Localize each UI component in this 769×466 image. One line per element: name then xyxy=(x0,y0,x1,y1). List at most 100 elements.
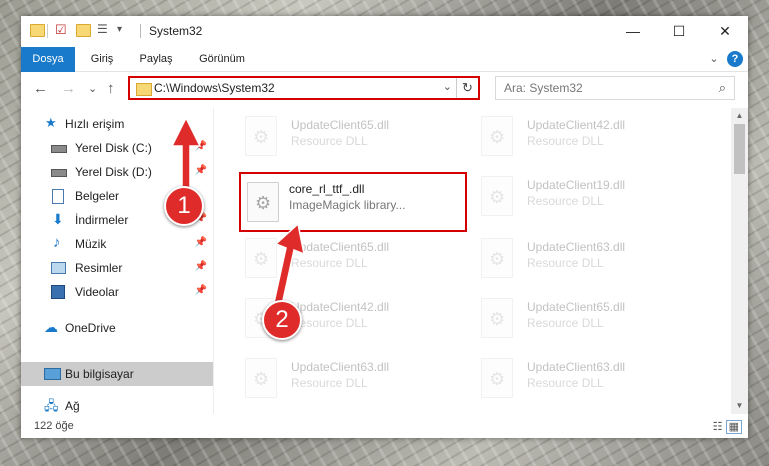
search-icon[interactable]: ⌕ xyxy=(719,80,726,96)
dll-file-icon: ⚙ xyxy=(247,182,279,222)
refresh-button[interactable]: ↻ xyxy=(456,78,478,98)
address-path: C:\Windows\System32 xyxy=(154,81,275,95)
scroll-up-icon[interactable]: ▲ xyxy=(731,108,748,124)
details-view-icon[interactable]: ☷ xyxy=(713,421,723,433)
cloud-icon: ☁ xyxy=(44,319,58,335)
pictures-icon xyxy=(51,262,66,274)
search-placeholder: Ara: System32 xyxy=(504,81,583,95)
properties-icon[interactable]: ☑ xyxy=(55,22,67,37)
file-type: Resource DLL xyxy=(527,256,604,270)
computer-icon xyxy=(44,368,61,380)
file-type: Resource DLL xyxy=(291,316,368,330)
maximize-button[interactable]: ☐ xyxy=(656,16,702,47)
close-button[interactable]: ✕ xyxy=(702,16,748,47)
videos-icon xyxy=(51,285,65,299)
file-name: UpdateClient63.dll xyxy=(291,360,390,374)
sidebar-item-label: İndirmeler xyxy=(75,213,129,227)
file-list: ⚙ UpdateClient65.dll Resource DLL ⚙ Upda… xyxy=(217,108,731,414)
sidebar-item-quick-access[interactable]: ★ Hızlı erişim xyxy=(21,112,213,136)
file-name: UpdateClient65.dll xyxy=(291,118,390,132)
gear-icon: ⚙ xyxy=(489,309,506,329)
search-input[interactable]: Ara: System32 ⌕ xyxy=(495,76,735,100)
qa-dropdown-icon[interactable]: ▾ xyxy=(117,24,122,38)
address-dropdown-icon[interactable]: ⌄ xyxy=(443,80,452,93)
sidebar-item-label: Ağ xyxy=(65,399,80,413)
pane-divider xyxy=(213,108,214,414)
file-item[interactable]: ⚙ UpdateClient63.dll Resource DLL xyxy=(239,352,471,408)
sidebar-item-label: Belgeler xyxy=(75,189,120,203)
file-name: UpdateClient19.dll xyxy=(527,178,626,192)
gear-icon: ⚙ xyxy=(253,369,270,389)
recent-locations-button[interactable]: ⌄ xyxy=(88,82,97,95)
file-item[interactable]: ⚙ UpdateClient65.dll Resource DLL xyxy=(239,232,471,288)
scroll-down-icon[interactable]: ▼ xyxy=(731,398,748,414)
dll-file-icon: ⚙ xyxy=(481,358,513,398)
file-item[interactable]: ⚙ UpdateClient63.dll Resource DLL xyxy=(475,232,707,288)
pin-icon: 📌 xyxy=(194,237,207,248)
file-item[interactable]: ⚙ UpdateClient65.dll Resource DLL xyxy=(239,110,471,166)
file-name: UpdateClient63.dll xyxy=(527,240,626,254)
tab-home[interactable]: Giriş xyxy=(81,47,123,71)
gear-icon: ⚙ xyxy=(489,369,506,389)
address-bar[interactable]: C:\Windows\System32 ⌄ ↻ xyxy=(128,76,480,100)
sidebar-item-onedrive[interactable]: ☁ OneDrive xyxy=(21,316,213,340)
sidebar-item-disk-c[interactable]: Yerel Disk (C:) 📌 xyxy=(21,136,213,160)
pin-icon: 📌 xyxy=(194,285,207,296)
sidebar-item-label: Yerel Disk (D:) xyxy=(75,165,152,179)
back-button[interactable]: ← xyxy=(33,80,48,97)
sidebar-item-pictures[interactable]: Resimler 📌 xyxy=(21,256,213,280)
pin-icon: 📌 xyxy=(194,165,207,176)
ribbon-expand-icon[interactable]: ⌄ xyxy=(705,47,723,71)
sidebar-item-network[interactable]: 🖧 Ağ xyxy=(21,394,213,418)
sidebar-item-this-pc[interactable]: Bu bilgisayar xyxy=(21,362,213,386)
up-button[interactable]: ↑ xyxy=(107,80,115,97)
ribbon: Dosya Giriş Paylaş Görünüm ⌄ ? xyxy=(21,47,748,103)
step-marker-1: 1 xyxy=(164,186,204,226)
vertical-scrollbar[interactable]: ▲ ▼ xyxy=(731,108,748,414)
file-name: UpdateClient42.dll xyxy=(527,118,626,132)
pin-icon: 📌 xyxy=(194,141,207,152)
file-item[interactable]: ⚙ UpdateClient65.dll Resource DLL xyxy=(475,292,707,348)
download-icon: ⬇ xyxy=(52,211,64,227)
scroll-thumb[interactable] xyxy=(734,124,745,174)
item-count: 122 öğe xyxy=(34,420,74,432)
dll-file-icon: ⚙ xyxy=(245,358,277,398)
minimize-button[interactable]: — xyxy=(610,16,656,47)
sidebar-item-label: Resimler xyxy=(75,261,123,275)
navigation-pane: ★ Hızlı erişim Yerel Disk (C:) 📌 Yerel D… xyxy=(21,108,213,414)
sidebar-item-music[interactable]: ♪ Müzik 📌 xyxy=(21,232,213,256)
forward-button[interactable]: → xyxy=(61,80,76,97)
file-type: Resource DLL xyxy=(527,316,604,330)
title-separator xyxy=(140,24,141,38)
pin-icon: 📌 xyxy=(194,261,207,272)
dll-file-icon: ⚙ xyxy=(245,238,277,278)
file-item[interactable]: ⚙ UpdateClient42.dll Resource DLL xyxy=(475,110,707,166)
large-icons-view-icon[interactable]: ▦ xyxy=(725,420,742,434)
tab-view[interactable]: Görünüm xyxy=(191,47,253,71)
window-title: System32 xyxy=(149,24,203,38)
file-name: UpdateClient65.dll xyxy=(527,300,626,314)
file-item[interactable]: ⚙ UpdateClient63.dll Resource DLL xyxy=(475,352,707,408)
step-marker-2: 2 xyxy=(262,300,302,340)
gear-icon: ⚙ xyxy=(489,187,506,207)
gear-icon: ⚙ xyxy=(253,249,270,269)
file-name: UpdateClient65.dll xyxy=(291,240,390,254)
drive-icon xyxy=(51,145,67,153)
dll-file-icon: ⚙ xyxy=(245,116,277,156)
sidebar-item-videos[interactable]: Videolar 📌 xyxy=(21,280,213,304)
file-item[interactable]: ⚙ UpdateClient19.dll Resource DLL xyxy=(475,170,707,226)
file-type: Resource DLL xyxy=(291,134,368,148)
tab-share[interactable]: Paylaş xyxy=(131,47,181,71)
file-type: Resource DLL xyxy=(291,376,368,390)
file-item-highlighted[interactable]: ⚙ core_rl_ttf_.dll ImageMagick library..… xyxy=(239,172,467,232)
file-type: Resource DLL xyxy=(527,376,604,390)
sidebar-item-disk-d[interactable]: Yerel Disk (D:) 📌 xyxy=(21,160,213,184)
qa-separator xyxy=(47,24,48,38)
help-icon[interactable]: ? xyxy=(727,51,743,67)
music-icon: ♪ xyxy=(53,234,61,251)
dll-file-icon: ⚙ xyxy=(481,298,513,338)
folder-icon xyxy=(136,83,152,96)
file-name: UpdateClient42.dll xyxy=(291,300,390,314)
gear-icon: ⚙ xyxy=(253,127,270,147)
customize-icon[interactable]: ☰ xyxy=(97,22,108,36)
